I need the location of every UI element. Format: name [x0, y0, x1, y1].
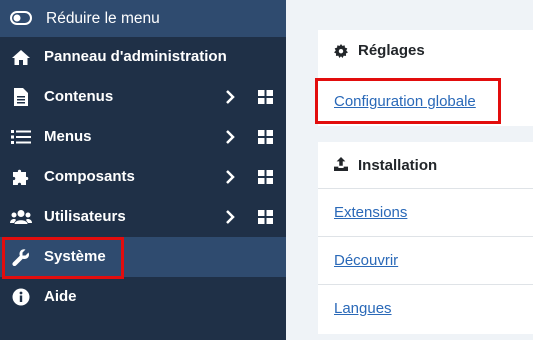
sidebar-item-users[interactable]: Utilisateurs — [0, 197, 286, 237]
puzzle-icon — [10, 166, 32, 188]
dashboard-grid-icon[interactable] — [258, 210, 273, 224]
users-icon — [10, 206, 32, 228]
installation-card-header: Installation — [318, 142, 533, 188]
list-item: Langues — [318, 284, 533, 334]
chevron-right-icon[interactable] — [222, 89, 238, 105]
toggle-icon — [9, 8, 33, 28]
sidebar-item-label: Utilisateurs — [44, 208, 126, 225]
sidebar-item-label: Menus — [44, 128, 92, 145]
info-icon — [10, 286, 32, 308]
collapse-menu-label: Réduire le menu — [46, 10, 160, 27]
sidebar: Réduire le menu Panneau d'administration… — [0, 0, 286, 340]
dashboard-grid-icon[interactable] — [258, 170, 273, 184]
upload-icon — [334, 157, 348, 171]
sidebar-item-label: Panneau d'administration — [44, 48, 227, 65]
list-item: Configuration globale — [318, 78, 533, 126]
settings-card-title: Réglages — [358, 42, 425, 59]
list-item: Découvrir — [318, 236, 533, 284]
chevron-right-icon[interactable] — [222, 129, 238, 145]
settings-card: Réglages Configuration globale — [318, 30, 533, 126]
collapse-menu-button[interactable]: Réduire le menu — [0, 0, 286, 37]
sidebar-item-help[interactable]: Aide — [0, 277, 286, 317]
sidebar-item-menus[interactable]: Menus — [0, 117, 286, 157]
chevron-right-icon[interactable] — [222, 169, 238, 185]
sidebar-item-dashboard[interactable]: Panneau d'administration — [0, 37, 286, 77]
sidebar-item-components[interactable]: Composants — [0, 157, 286, 197]
list-icon — [10, 126, 32, 148]
global-configuration-link[interactable]: Configuration globale — [334, 78, 476, 126]
sidebar-item-label: Aide — [44, 288, 77, 305]
chevron-right-icon[interactable] — [222, 209, 238, 225]
sidebar-item-system[interactable]: Système — [0, 237, 286, 277]
installation-card-title: Installation — [358, 157, 438, 174]
gear-icon — [334, 44, 348, 58]
sidebar-item-content[interactable]: Contenus — [0, 77, 286, 117]
wrench-icon — [10, 246, 32, 268]
settings-card-header: Réglages — [318, 30, 533, 72]
extensions-link[interactable]: Extensions — [334, 189, 407, 237]
sidebar-item-label: Contenus — [44, 88, 114, 105]
dashboard-grid-icon[interactable] — [258, 130, 273, 144]
installation-card: Installation Extensions Découvrir Langue… — [318, 142, 533, 334]
dashboard-grid-icon[interactable] — [258, 90, 273, 104]
home-icon — [10, 46, 32, 68]
sidebar-item-label: Système — [44, 248, 106, 265]
sidebar-item-label: Composants — [44, 168, 135, 185]
languages-link[interactable]: Langues — [334, 285, 392, 333]
list-item: Extensions — [318, 188, 533, 236]
file-icon — [10, 86, 32, 108]
discover-link[interactable]: Découvrir — [334, 237, 398, 285]
